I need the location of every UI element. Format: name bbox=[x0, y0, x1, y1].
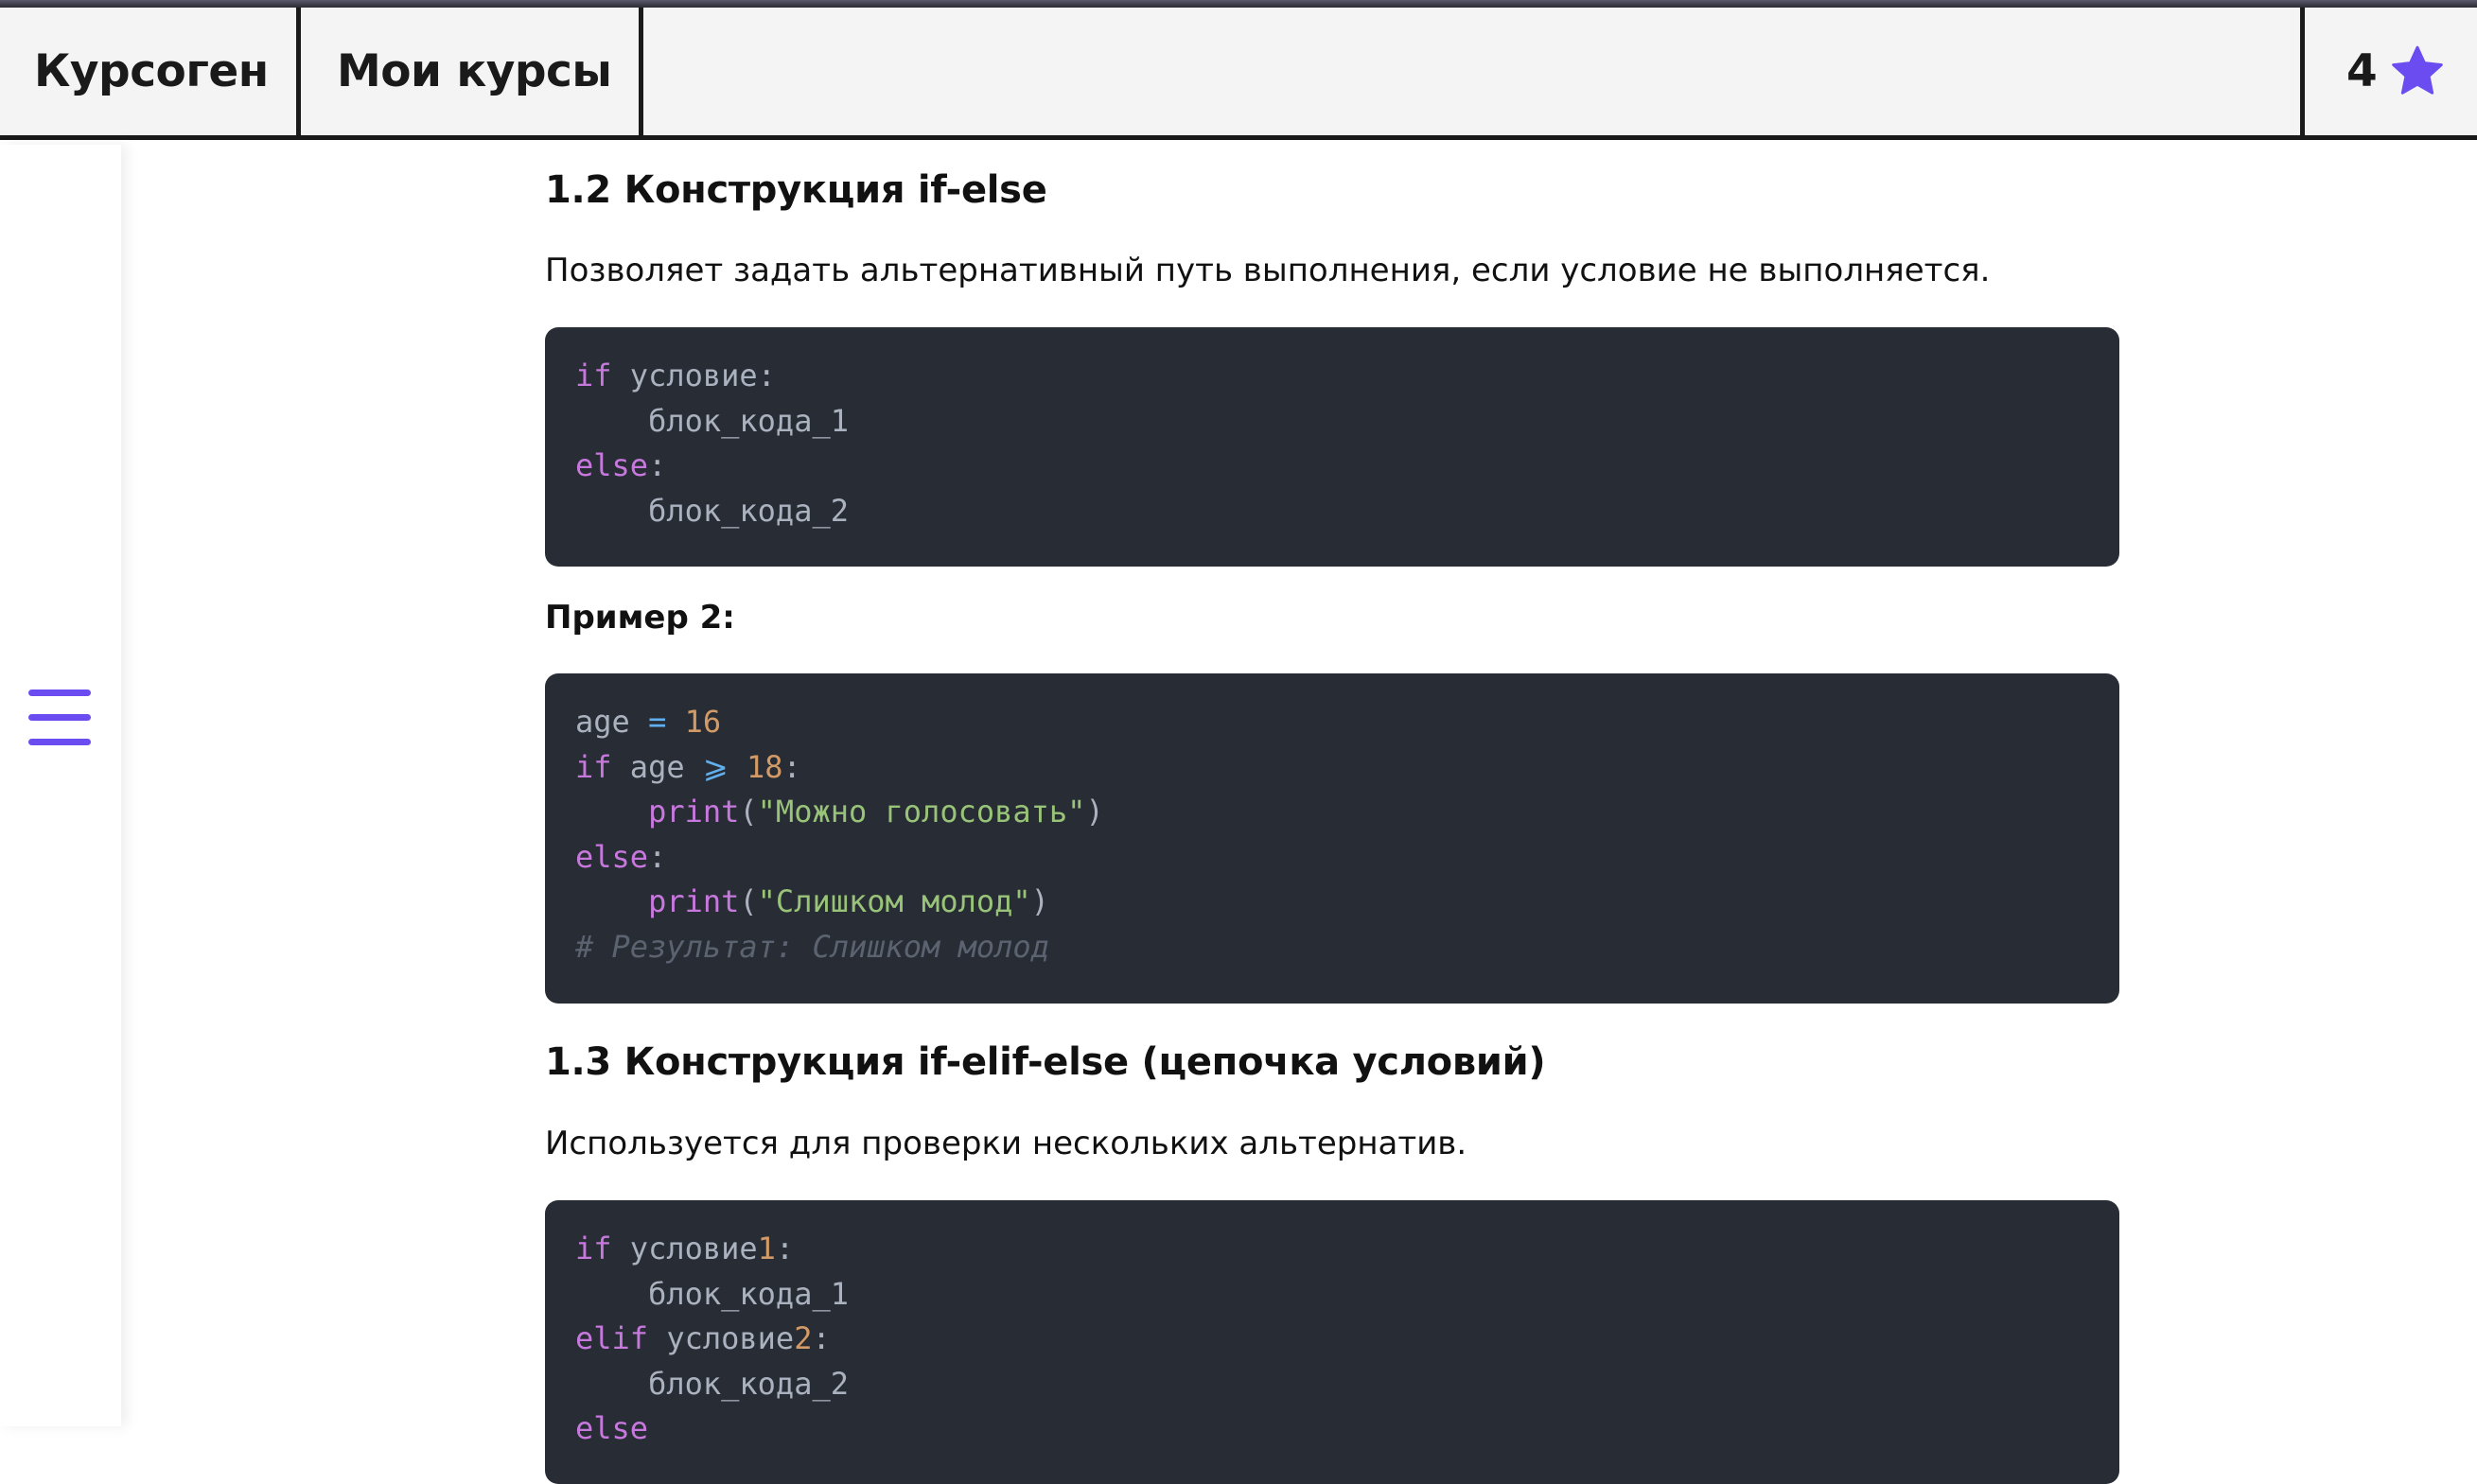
code-token: : bbox=[648, 838, 667, 875]
stars-count: 4 bbox=[2346, 45, 2378, 97]
code-token: if bbox=[575, 748, 612, 785]
star-icon bbox=[2390, 45, 2445, 98]
section-1-2-heading: 1.2 Конструкция if-else bbox=[545, 168, 1047, 212]
code-token: 18 bbox=[746, 748, 783, 785]
code-comment: # Результат: Слишком молод bbox=[575, 928, 1049, 965]
hamburger-menu-icon[interactable] bbox=[28, 690, 91, 746]
top-navigation-bar: Курсоген Мои курсы 4 bbox=[0, 8, 2477, 140]
code-token: print bbox=[648, 883, 740, 920]
code-token: 2 bbox=[794, 1320, 813, 1357]
code-token: else bbox=[575, 838, 649, 875]
code-token: : bbox=[775, 1231, 795, 1266]
code-token: 1 bbox=[757, 1231, 776, 1266]
code-token: блок_кода_2 bbox=[575, 492, 849, 529]
code-token: ( bbox=[739, 883, 758, 920]
code-token: "Слишком молод" bbox=[757, 883, 1031, 920]
code-token: : bbox=[782, 748, 801, 785]
code-token: age bbox=[611, 748, 703, 785]
my-courses-link[interactable]: Мои курсы bbox=[301, 8, 643, 135]
example-2-label: Пример 2: bbox=[545, 599, 735, 637]
code-token: else bbox=[575, 1410, 649, 1447]
code-block-if-else: if условие: блок_кода_1 else: блок_кода_… bbox=[545, 327, 2119, 567]
code-token: блок_кода_2 bbox=[575, 1365, 849, 1402]
code-block-example-2: age = 16 if age ⩾ 18: print("Можно голос… bbox=[545, 673, 2119, 1004]
code-token: 16 bbox=[684, 704, 722, 740]
section-1-3-description: Используется для проверки нескольких аль… bbox=[545, 1125, 1467, 1162]
stars-counter[interactable]: 4 bbox=[2305, 8, 2477, 135]
code-token: if bbox=[575, 358, 612, 393]
sidebar bbox=[0, 145, 121, 1426]
header-spacer bbox=[643, 8, 2305, 135]
section-1-3-heading: 1.3 Конструкция if-elif-else (цепочка ус… bbox=[545, 1040, 1546, 1084]
menu-bar-top bbox=[28, 690, 91, 696]
code-token: "Можно голосовать" bbox=[757, 794, 1086, 830]
code-token: ⩾ bbox=[702, 748, 729, 785]
code-token: блок_кода_1 bbox=[575, 1275, 849, 1312]
brand-label: Курсоген bbox=[34, 45, 269, 97]
code-block-if-elif-else: if условие1: блок_кода_1 elif условие2: … bbox=[545, 1200, 2119, 1484]
code-token: : bbox=[648, 447, 667, 484]
code-token: elif bbox=[575, 1320, 649, 1357]
code-token: if bbox=[575, 1231, 612, 1266]
code-token: print bbox=[648, 794, 740, 830]
window-top-edge bbox=[0, 0, 2477, 8]
code-token: блок_кода_1 bbox=[575, 402, 849, 439]
code-token: : bbox=[812, 1320, 831, 1357]
code-token: ) bbox=[1085, 794, 1104, 830]
brand-logo-link[interactable]: Курсоген bbox=[0, 8, 301, 135]
section-1-2-description: Позволяет задать альтернативный путь вып… bbox=[545, 252, 1991, 289]
code-token: условие bbox=[611, 1231, 758, 1266]
menu-bar-middle bbox=[28, 714, 91, 721]
code-token: else bbox=[575, 447, 649, 484]
my-courses-label: Мои курсы bbox=[337, 45, 612, 97]
code-token: условие: bbox=[611, 358, 776, 393]
menu-bar-bottom bbox=[28, 739, 91, 745]
code-token: ( bbox=[739, 794, 758, 830]
code-token: age bbox=[575, 704, 630, 740]
code-token: ) bbox=[1030, 883, 1049, 920]
code-token: условие bbox=[648, 1320, 795, 1357]
code-token: = bbox=[648, 704, 667, 740]
